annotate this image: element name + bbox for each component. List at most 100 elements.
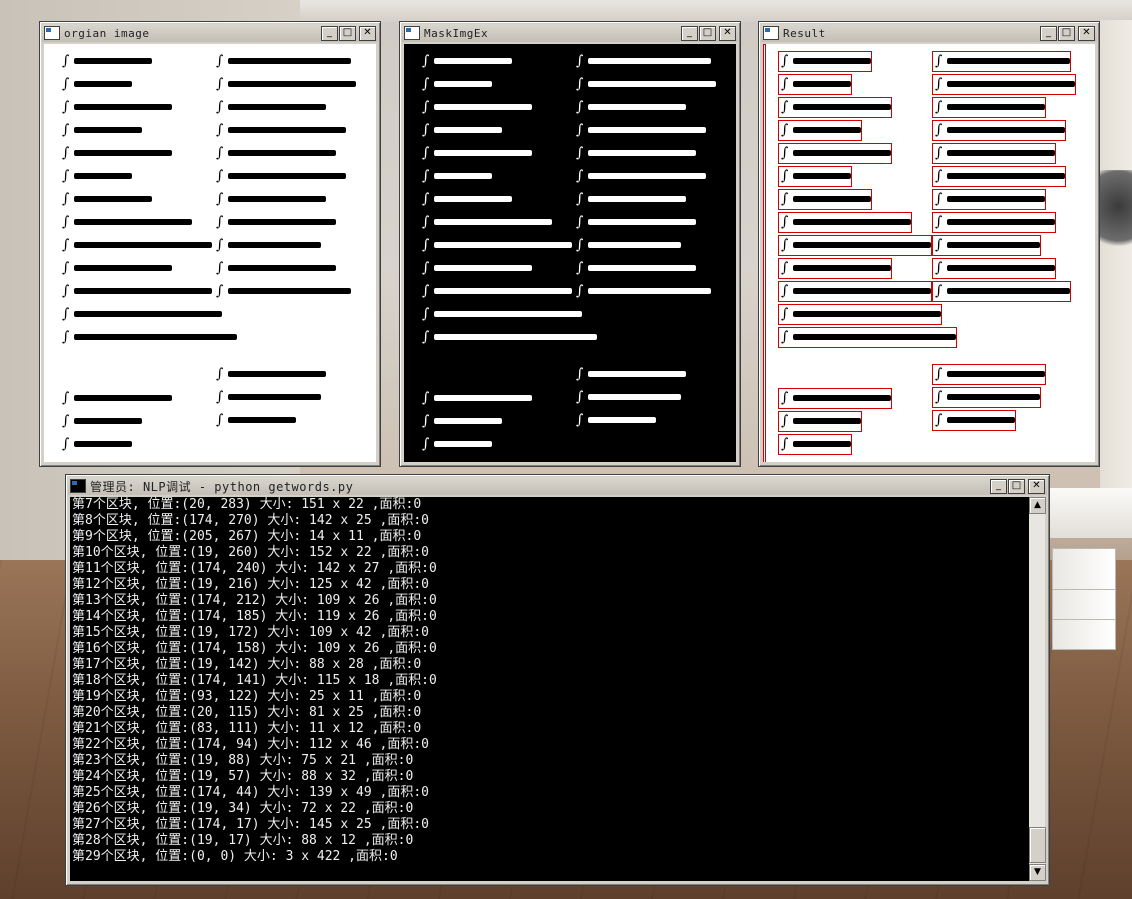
console-icon	[70, 479, 86, 493]
formula-line: ∫	[216, 365, 366, 385]
integral-glyph: ∫	[216, 76, 224, 92]
integral-glyph: ∫	[216, 191, 224, 207]
integral-glyph: ∫	[576, 191, 584, 207]
maximize-button[interactable]: □	[339, 26, 356, 41]
console-line: 第21个区块, 位置:(83, 111) 大小: 11 x 12 ,面积:0	[72, 721, 422, 736]
formula-line: ∫	[576, 213, 726, 233]
formula-line: ∫	[576, 167, 726, 187]
detected-region	[778, 51, 872, 72]
integral-glyph: ∫	[216, 366, 224, 382]
minimize-button[interactable]: _	[681, 26, 698, 41]
integral-glyph: ∫	[62, 214, 70, 230]
detected-region	[778, 166, 852, 187]
formula-stroke	[434, 265, 532, 271]
formula-stroke	[434, 334, 597, 340]
formula-line: ∫	[62, 412, 212, 432]
original-image-titlebar[interactable]: orgian image _ □ ✕	[42, 24, 378, 42]
integral-glyph: ∫	[576, 214, 584, 230]
formula-stroke	[588, 196, 686, 202]
equation-column-right: ∫ ∫ ∫ ∫ ∫ ∫ ∫ ∫ ∫ ∫ ∫ ∫ ∫ ∫	[932, 51, 1085, 434]
integral-glyph: ∫	[216, 412, 224, 428]
detected-region	[778, 235, 932, 256]
formula-line: ∫	[778, 143, 931, 164]
window-title: 管理员: NLP调试 - python getwords.py	[90, 479, 354, 494]
formula-line: ∫	[62, 236, 212, 256]
console-line: 第20个区块, 位置:(20, 115) 大小: 81 x 25 ,面积:0	[72, 705, 422, 720]
formula-line: ∫	[422, 259, 572, 279]
formula-line: ∫	[422, 282, 572, 302]
minimize-button[interactable]: _	[1040, 26, 1057, 41]
detected-region	[778, 212, 912, 233]
window-title: orgian image	[64, 26, 150, 40]
formula-stroke	[588, 394, 681, 400]
formula-stroke	[228, 173, 346, 179]
formula-line: ∫	[932, 212, 1085, 233]
formula-line: ∫	[216, 282, 366, 302]
app-icon	[44, 26, 60, 40]
integral-glyph: ∫	[216, 260, 224, 276]
formula-line: ∫	[62, 259, 212, 279]
integral-glyph: ∫	[62, 99, 70, 115]
close-button[interactable]: ✕	[719, 26, 736, 41]
mask-image-window[interactable]: MaskImgEx _ □ ✕ ∫ ∫ ∫ ∫ ∫ ∫ ∫ ∫ ∫ ∫ ∫ ∫ ∫ ∫ ∫ ∫ ∫ ∫ ∫ ∫ ∫ ∫ ∫…	[399, 21, 741, 467]
formula-stroke	[588, 150, 696, 156]
detected-region	[932, 74, 1076, 95]
console-line: 第8个区块, 位置:(174, 270) 大小: 142 x 25 ,面积:0	[72, 513, 429, 528]
maximize-icon: □	[1061, 27, 1072, 38]
formula-stroke	[74, 334, 237, 340]
integral-glyph: ∫	[576, 237, 584, 253]
formula-line: ∫	[62, 213, 212, 233]
formula-line: ∫	[778, 97, 931, 118]
formula-line: ∫	[216, 388, 366, 408]
formula-stroke	[588, 127, 706, 133]
maximize-button[interactable]: □	[1058, 26, 1075, 41]
formula-stroke	[434, 242, 572, 248]
close-button[interactable]: ✕	[1078, 26, 1095, 41]
result-titlebar[interactable]: Result _ □ ✕	[761, 24, 1097, 42]
detected-region	[778, 304, 942, 325]
console-output[interactable]: 第7个区块, 位置:(20, 283) 大小: 151 x 22 ,面积:0 第8…	[70, 497, 1029, 881]
close-button[interactable]: ✕	[359, 26, 376, 41]
formula-line: ∫	[422, 98, 572, 118]
formula-stroke	[74, 219, 192, 225]
formula-line: ∫	[422, 236, 572, 256]
formula-line: ∫	[422, 213, 572, 233]
close-button[interactable]: ✕	[1028, 479, 1045, 494]
detected-region	[778, 143, 892, 164]
integral-glyph: ∫	[62, 390, 70, 406]
integral-glyph: ∫	[576, 366, 584, 382]
scroll-down-icon[interactable]: ▼	[1029, 864, 1046, 881]
console-scrollbar[interactable]: ▲ ▼	[1029, 497, 1046, 881]
detected-region	[763, 44, 766, 462]
console-titlebar[interactable]: 管理员: NLP调试 - python getwords.py _ □ ✕	[68, 477, 1047, 495]
console-line: 第16个区块, 位置:(174, 158) 大小: 109 x 26 ,面积:0	[72, 641, 437, 656]
formula-stroke	[228, 81, 356, 87]
console-line: 第22个区块, 位置:(174, 94) 大小: 112 x 46 ,面积:0	[72, 737, 429, 752]
formula-stroke	[588, 58, 711, 64]
detected-region	[932, 410, 1016, 431]
integral-glyph: ∫	[422, 413, 430, 429]
mask-image-titlebar[interactable]: MaskImgEx _ □ ✕	[402, 24, 738, 42]
scrollbar-thumb[interactable]	[1029, 827, 1046, 863]
maximize-button[interactable]: □	[1008, 479, 1025, 494]
minimize-button[interactable]: _	[321, 26, 338, 41]
result-window[interactable]: Result _ □ ✕ ∫ ∫ ∫ ∫ ∫ ∫ ∫ ∫ ∫ ∫ ∫ ∫ ∫ ∫ ∫ ∫ ∫ ∫ ∫ ∫ ∫ ∫ ∫ ∫ ∫ ∫…	[758, 21, 1100, 467]
formula-stroke	[228, 150, 336, 156]
console-window[interactable]: 管理员: NLP调试 - python getwords.py _ □ ✕ 第7…	[65, 474, 1050, 886]
original-image-window[interactable]: orgian image _ □ ✕ ∫ ∫ ∫ ∫ ∫ ∫ ∫ ∫ ∫ ∫ ∫ ∫ ∫ ∫ ∫ ∫ ∫ ∫ ∫ ∫…	[39, 21, 381, 467]
formula-stroke	[228, 265, 336, 271]
maximize-button[interactable]: □	[699, 26, 716, 41]
formula-line: ∫	[932, 97, 1085, 118]
formula-stroke	[74, 81, 132, 87]
integral-glyph: ∫	[422, 390, 430, 406]
formula-line: ∫	[62, 75, 212, 95]
formula-line: ∫	[216, 52, 366, 72]
formula-line: ∫	[216, 121, 366, 141]
room-table	[1040, 488, 1132, 538]
integral-glyph: ∫	[422, 214, 430, 230]
formula-line: ∫	[216, 75, 366, 95]
scroll-up-icon[interactable]: ▲	[1029, 497, 1046, 514]
minimize-button[interactable]: _	[990, 479, 1007, 494]
integral-glyph: ∫	[216, 53, 224, 69]
formula-line: ∫	[422, 121, 572, 141]
